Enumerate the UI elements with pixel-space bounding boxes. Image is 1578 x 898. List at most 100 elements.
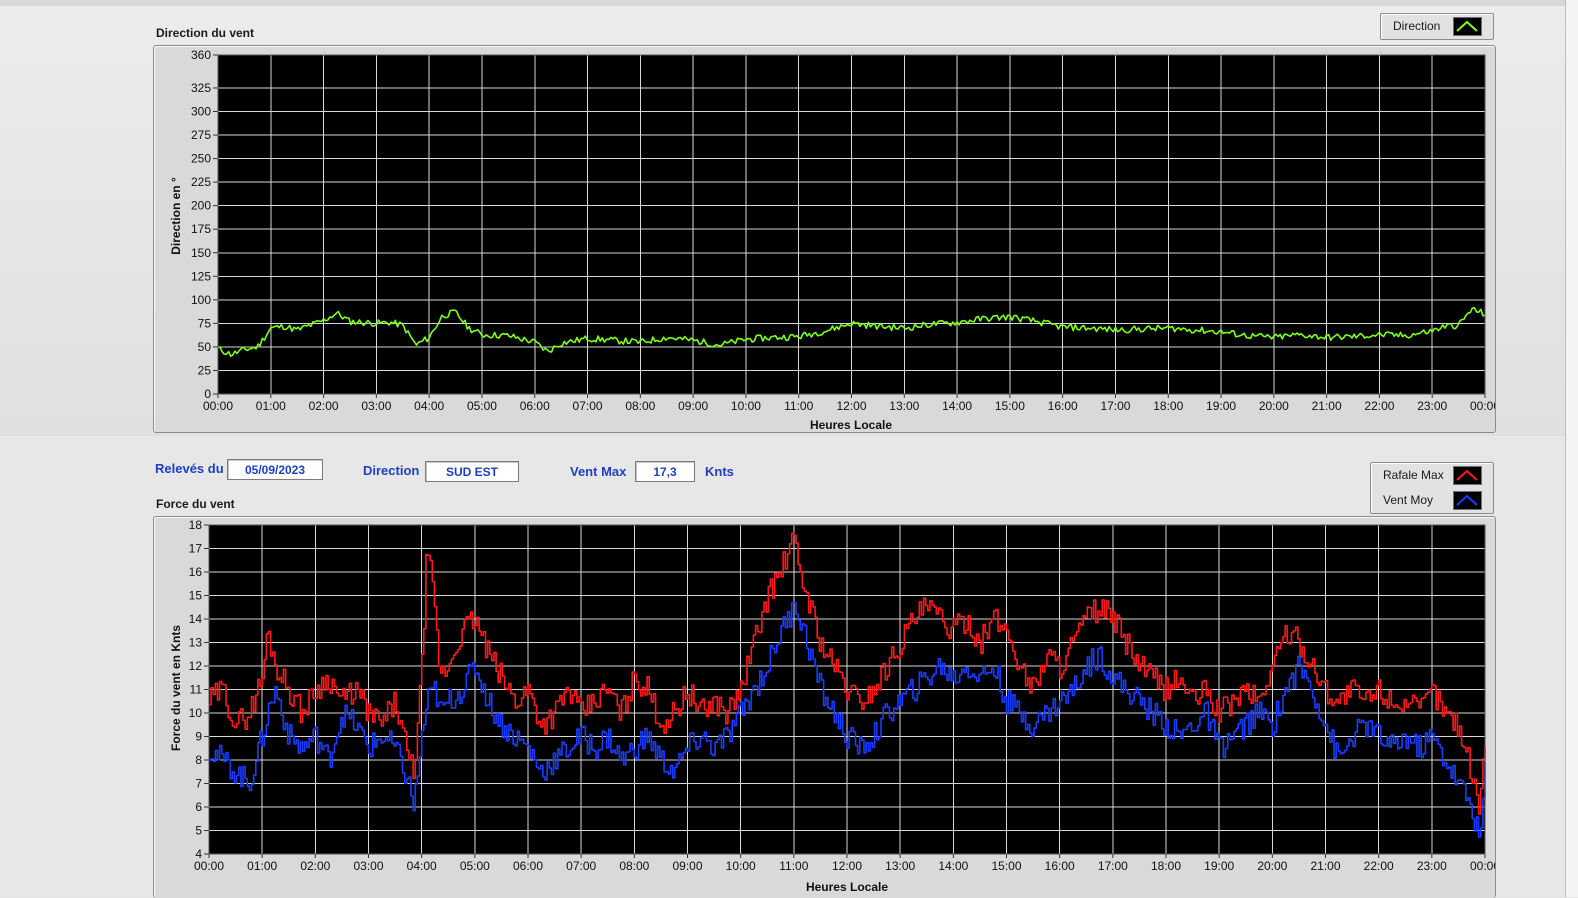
x-tick-label: 05:00 [460, 859, 490, 873]
y-tick-label: 17 [189, 542, 203, 556]
x-tick-label: 08:00 [619, 859, 649, 873]
x-tick-label: 04:00 [407, 859, 437, 873]
force-chart[interactable]: 45678910111213141516171800:00 01:00 02:00 0… [154, 517, 1495, 898]
x-tick-label: 22:00 [1364, 399, 1394, 413]
y-tick-label: 13 [189, 636, 203, 650]
x-tick-label: 05:00 [467, 399, 497, 413]
force-legend[interactable]: Rafale Max Vent Moy [1370, 462, 1494, 514]
x-tick-label: 03:00 [361, 399, 391, 413]
y-axis-label: Force du vent en Knts [169, 625, 183, 751]
y-tick-label: 8 [195, 753, 202, 767]
x-tick-label: 20:00 [1257, 859, 1287, 873]
x-tick-label: 13:00 [885, 859, 915, 873]
direction-field[interactable]: SUD EST [425, 461, 519, 482]
date-label: Relevés du [155, 461, 224, 476]
legend-label-vent-moy: Vent Moy [1383, 493, 1434, 507]
x-tick-label: 10:00 [731, 399, 761, 413]
y-tick-label: 12 [189, 659, 203, 673]
x-tick-label: 20:00 [1259, 399, 1289, 413]
force-chart-caption: Force du vent [156, 497, 235, 511]
x-tick-label: 09:00 [672, 859, 702, 873]
x-tick-label: 01:00 [247, 859, 277, 873]
x-tick-label: 17:00 [1098, 859, 1128, 873]
line-swatch-icon [1453, 17, 1482, 36]
y-tick-label: 200 [191, 199, 211, 213]
y-tick-label: 325 [191, 81, 211, 95]
y-tick-label: 25 [198, 363, 212, 377]
y-tick-label: 9 [195, 730, 202, 744]
x-tick-label: 10:00 [726, 859, 756, 873]
x-tick-label: 16:00 [1048, 399, 1078, 413]
x-tick-label: 23:00 [1417, 399, 1447, 413]
x-tick-label: 21:00 [1312, 399, 1342, 413]
x-tick-label: 14:00 [942, 399, 972, 413]
y-tick-label: 360 [191, 48, 211, 62]
date-field[interactable]: 05/09/2023 [227, 459, 323, 480]
y-tick-label: 14 [189, 612, 203, 626]
y-tick-label: 18 [189, 518, 203, 532]
x-tick-label: 22:00 [1364, 859, 1394, 873]
y-tick-label: 75 [198, 316, 212, 330]
y-axis-label: Direction en ° [169, 177, 183, 255]
x-tick-label: 01:00 [256, 399, 286, 413]
y-tick-label: 300 [191, 105, 211, 119]
y-tick-label: 175 [191, 222, 211, 236]
direction-chart[interactable]: 0255075100125150175200225250275300325360… [154, 46, 1495, 432]
x-tick-label: 04:00 [414, 399, 444, 413]
window-scrollbar[interactable] [1565, 0, 1578, 897]
y-tick-label: 7 [195, 777, 202, 791]
vent-max-unit: Knts [705, 464, 734, 479]
legend-item-vent-moy[interactable]: Vent Moy [1371, 488, 1493, 512]
legend-item-rafale-max[interactable]: Rafale Max [1371, 463, 1493, 487]
y-tick-label: 275 [191, 128, 211, 142]
y-tick-label: 150 [191, 246, 211, 260]
x-tick-label: 18:00 [1151, 859, 1181, 873]
x-tick-label: 23:00 [1417, 859, 1447, 873]
x-tick-label: 00:00 [1470, 859, 1495, 873]
y-tick-label: 250 [191, 152, 211, 166]
legend-label-direction: Direction [1393, 19, 1441, 33]
x-tick-label: 06:00 [513, 859, 543, 873]
y-tick-label: 10 [189, 706, 203, 720]
x-tick-label: 15:00 [995, 399, 1025, 413]
x-tick-label: 15:00 [991, 859, 1021, 873]
x-tick-label: 11:00 [779, 859, 808, 873]
x-tick-label: 00:00 [203, 399, 233, 413]
legend-label-rafale-max: Rafale Max [1383, 468, 1444, 482]
x-tick-label: 18:00 [1153, 399, 1183, 413]
legend-item-direction[interactable]: Direction [1381, 14, 1493, 38]
x-axis-label: Heures Locale [810, 418, 892, 432]
x-tick-label: 00:00 [194, 859, 224, 873]
y-tick-label: 11 [190, 683, 203, 697]
x-tick-label: 19:00 [1204, 859, 1234, 873]
x-tick-label: 06:00 [520, 399, 550, 413]
line-swatch-icon [1453, 466, 1482, 485]
x-tick-label: 21:00 [1310, 859, 1340, 873]
x-tick-label: 07:00 [566, 859, 596, 873]
x-tick-label: 16:00 [1045, 859, 1075, 873]
y-tick-label: 100 [191, 293, 211, 307]
y-tick-label: 225 [191, 175, 211, 189]
vent-max-field[interactable]: 17,3 [635, 461, 695, 482]
x-tick-label: 02:00 [300, 859, 330, 873]
y-tick-label: 16 [189, 565, 203, 579]
direction-legend[interactable]: Direction [1380, 13, 1494, 40]
x-tick-label: 12:00 [832, 859, 862, 873]
x-tick-label: 13:00 [889, 399, 919, 413]
direction-chart-caption: Direction du vent [156, 26, 255, 40]
x-tick-label: 11:00 [784, 399, 813, 413]
vent-max-label: Vent Max [570, 464, 627, 479]
direction-chart-panel: 0 25 50 75 100 125 150 175 200 225 250 275 300 325 360… [153, 45, 1496, 433]
x-tick-label: 14:00 [938, 859, 968, 873]
x-tick-label: 02:00 [309, 399, 339, 413]
x-tick-label: 07:00 [573, 399, 603, 413]
x-tick-label: 19:00 [1206, 399, 1236, 413]
x-tick-label: 17:00 [1100, 399, 1130, 413]
y-tick-label: 15 [189, 589, 203, 603]
x-tick-label: 09:00 [678, 399, 708, 413]
y-tick-label: 125 [191, 269, 211, 283]
y-tick-label: 50 [198, 340, 212, 354]
force-chart-panel: 4 5 6 7 8 9 10 11 12 13 14 15 16 17 18 00:00 01:00 02:00 0… [153, 516, 1496, 898]
direction-label: Direction [363, 463, 420, 478]
line-swatch-icon [1453, 491, 1482, 510]
